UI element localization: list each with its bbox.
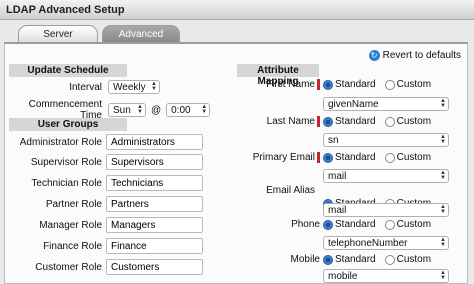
window-title: LDAP Advanced Setup: [0, 0, 474, 20]
last-name-attribute-select[interactable]: sn ▲ ▼: [323, 133, 449, 147]
custom-radio-option[interactable]: Custom: [384, 152, 431, 163]
select-arrows-icon: ▲ ▼: [440, 270, 446, 281]
mapping-row-last-name: Last Name Standard Custom: [237, 116, 431, 127]
role-label: Technician Role: [31, 177, 102, 189]
supervisor-role-input[interactable]: [106, 154, 203, 170]
role-row-supervisor: Supervisor Role: [9, 154, 203, 170]
select-arrows-icon: ▲ ▼: [440, 170, 446, 181]
phone-attribute-select[interactable]: telephoneNumber ▲ ▼: [323, 236, 449, 250]
revert-label: Revert to defaults: [382, 49, 461, 61]
mapping-row-first-name: First Name Standard Custom: [237, 79, 431, 90]
tab-advanced[interactable]: Advanced: [102, 25, 180, 42]
select-arrows-icon: ▲ ▼: [151, 81, 157, 92]
time-value: 0:00: [171, 104, 191, 116]
select-arrows-icon: ▲ ▼: [440, 204, 446, 215]
mapping-label: Mobile: [290, 254, 320, 265]
primary-email-attribute-select[interactable]: mail ▲ ▼: [323, 169, 449, 183]
radio-selected-icon[interactable]: [323, 254, 333, 265]
standard-radio-option[interactable]: Standard: [323, 219, 376, 230]
radio-selected-icon[interactable]: [323, 152, 333, 163]
custom-radio-option[interactable]: Custom: [384, 219, 431, 230]
role-label: Manager Role: [39, 219, 102, 231]
required-marker: [317, 79, 320, 90]
radio-selected-icon[interactable]: [323, 116, 333, 127]
mapping-label: Last Name: [266, 116, 315, 127]
radio-unselected-icon[interactable]: [384, 254, 395, 265]
standard-radio-option[interactable]: Standard: [323, 152, 376, 163]
mapping-row-phone: Phone Standard Custom: [237, 219, 431, 230]
mobile-attribute-select[interactable]: mobile ▲ ▼: [323, 269, 449, 283]
technician-role-input[interactable]: [106, 175, 203, 191]
select-arrows-icon: ▲ ▼: [440, 98, 446, 109]
day-value: Sun: [113, 104, 131, 116]
select-arrows-icon: ▲ ▼: [201, 104, 208, 115]
radio-unselected-icon[interactable]: [384, 79, 395, 90]
finance-role-input[interactable]: [106, 238, 203, 254]
attribute-mapping-heading: Attribute Mapping: [237, 64, 319, 87]
role-row-finance: Finance Role: [9, 238, 203, 254]
tab-bar: Server Advanced: [0, 20, 474, 42]
administrator-role-input[interactable]: [106, 134, 203, 150]
interval-value: Weekly: [113, 81, 146, 93]
radio-selected-icon[interactable]: [323, 219, 333, 230]
role-row-manager: Manager Role: [9, 217, 203, 233]
interval-select[interactable]: Weekly ▲ ▼: [108, 80, 160, 94]
advanced-panel: ↻ Revert to defaults Update Schedule Int…: [4, 42, 468, 284]
mapping-row-email-alias: Email Alias: [237, 185, 315, 196]
standard-radio-option[interactable]: Standard: [323, 254, 376, 265]
role-row-technician: Technician Role: [9, 175, 203, 191]
role-label: Customer Role: [35, 261, 102, 273]
role-row-customer: Customer Role: [9, 259, 203, 275]
partner-role-input[interactable]: [106, 196, 203, 212]
role-row-administrator: Administrator Role: [9, 134, 203, 150]
radio-unselected-icon[interactable]: [384, 152, 395, 163]
custom-radio-option[interactable]: Custom: [384, 116, 431, 127]
radio-selected-icon[interactable]: [323, 79, 333, 90]
select-arrows-icon: ▲ ▼: [440, 134, 446, 145]
radio-unselected-icon[interactable]: [384, 219, 395, 230]
day-select[interactable]: Sun ▲ ▼: [108, 103, 146, 117]
mapping-label: Primary Email: [252, 152, 315, 163]
standard-radio-option[interactable]: Standard: [323, 79, 376, 90]
select-arrows-icon: ▲ ▼: [440, 237, 446, 248]
custom-radio-option[interactable]: Custom: [384, 79, 431, 90]
custom-radio-option[interactable]: Custom: [384, 254, 431, 265]
mapping-label: First Name: [266, 79, 315, 90]
mapping-label: Email Alias: [266, 185, 315, 196]
revert-to-defaults-link[interactable]: ↻ Revert to defaults: [368, 48, 461, 62]
update-schedule-heading: Update Schedule: [9, 64, 127, 77]
role-label: Supervisor Role: [30, 156, 102, 168]
manager-role-input[interactable]: [106, 217, 203, 233]
at-symbol: @: [151, 104, 162, 116]
mapping-label: Phone: [291, 219, 320, 230]
time-select[interactable]: 0:00 ▲ ▼: [166, 103, 211, 117]
role-row-partner: Partner Role: [9, 196, 203, 212]
tab-server[interactable]: Server: [18, 25, 98, 42]
user-groups-heading: User Groups: [9, 118, 127, 131]
email-alias-attribute-select[interactable]: mail ▲ ▼: [323, 203, 449, 217]
required-marker: [317, 152, 320, 163]
revert-icon: ↻: [368, 49, 380, 61]
mapping-row-mobile: Mobile Standard Custom: [237, 254, 432, 265]
interval-row: Interval Weekly ▲ ▼: [9, 80, 235, 94]
role-label: Finance Role: [43, 240, 102, 252]
mapping-row-primary-email: Primary Email Standard Custom: [237, 152, 431, 163]
required-marker: [317, 116, 320, 127]
role-label: Partner Role: [45, 198, 102, 210]
interval-label: Interval: [69, 81, 102, 93]
radio-unselected-icon[interactable]: [384, 116, 395, 127]
first-name-attribute-select[interactable]: givenName ▲ ▼: [323, 97, 449, 111]
customer-role-input[interactable]: [106, 259, 203, 275]
role-label: Administrator Role: [19, 136, 102, 148]
select-arrows-icon: ▲ ▼: [137, 104, 143, 115]
standard-radio-option[interactable]: Standard: [323, 116, 376, 127]
